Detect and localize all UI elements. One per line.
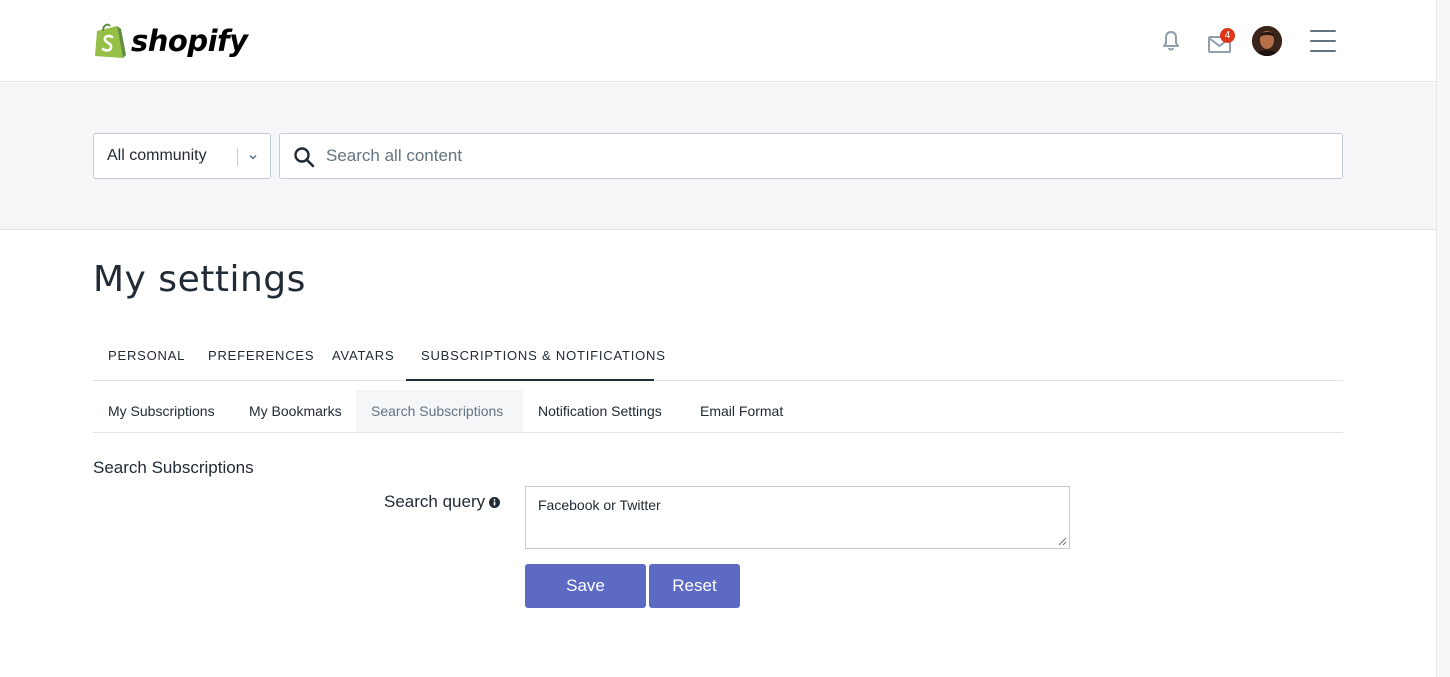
shopify-wordmark: shopify [131, 24, 248, 58]
messages-count-badge: 4 [1220, 28, 1235, 43]
tab-subscriptions-notifications[interactable]: Subscriptions & Notifications [406, 334, 665, 381]
reset-button[interactable]: Reset [649, 564, 740, 608]
tab-preferences[interactable]: Preferences [193, 334, 329, 381]
chevron-down-icon [249, 154, 257, 160]
hamburger-line [1310, 40, 1336, 42]
search-query-label-text: Search query [384, 492, 486, 511]
search-band: All community [0, 83, 1436, 230]
hamburger-line [1310, 50, 1336, 52]
page-title: My settings [93, 259, 306, 300]
tab-avatars[interactable]: Avatars [317, 334, 409, 381]
scope-divider [237, 148, 238, 166]
hamburger-menu-button[interactable] [1310, 30, 1336, 52]
search-input[interactable] [326, 135, 1326, 177]
community-scope-select[interactable]: All community [93, 133, 271, 179]
info-icon[interactable] [489, 496, 501, 508]
page-scrollbar[interactable] [1436, 0, 1450, 677]
resize-handle-icon[interactable] [1058, 537, 1067, 546]
save-button[interactable]: Save [525, 564, 646, 608]
search-query-value: Facebook or Twitter [538, 497, 661, 513]
messages-button[interactable]: 4 [1203, 26, 1237, 56]
subtab-my-bookmarks[interactable]: My Bookmarks [234, 390, 357, 432]
user-avatar[interactable] [1252, 26, 1282, 56]
top-navigation-bar: shopify 4 [0, 0, 1436, 82]
scope-selected-value: All community [107, 147, 207, 164]
search-query-label: Search query [384, 492, 501, 512]
subscriptions-subtabs: My Subscriptions My Bookmarks Search Sub… [93, 390, 1343, 433]
hamburger-line [1310, 30, 1336, 32]
settings-tabs: Personal Preferences Avatars Subscriptio… [93, 334, 1343, 381]
search-query-textarea[interactable]: Facebook or Twitter [525, 486, 1070, 549]
notifications-button[interactable] [1158, 26, 1184, 56]
search-icon[interactable] [293, 146, 315, 168]
shopify-logo[interactable]: shopify [93, 21, 248, 61]
subtab-email-format[interactable]: Email Format [685, 390, 798, 432]
tab-personal[interactable]: Personal [93, 334, 200, 381]
subtab-search-subscriptions[interactable]: Search Subscriptions [356, 390, 523, 432]
search-box[interactable] [279, 133, 1343, 179]
avatar-image [1252, 26, 1282, 56]
shopify-bag-icon [95, 23, 126, 58]
subtab-notification-settings[interactable]: Notification Settings [523, 390, 677, 432]
section-title: Search Subscriptions [93, 458, 254, 477]
subtab-my-subscriptions[interactable]: My Subscriptions [93, 390, 230, 432]
bell-icon [1163, 31, 1179, 51]
